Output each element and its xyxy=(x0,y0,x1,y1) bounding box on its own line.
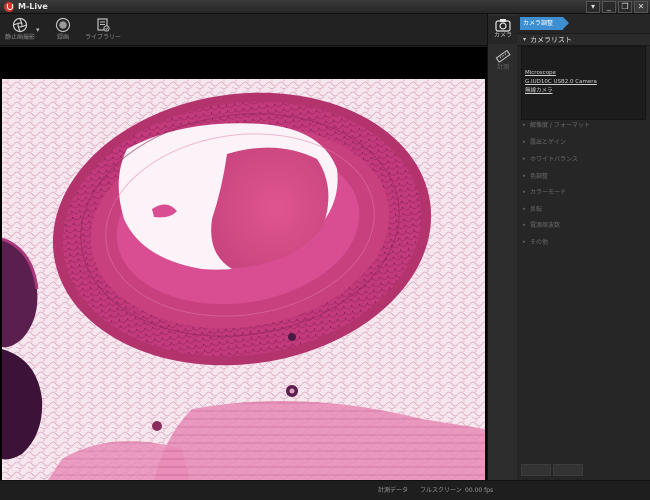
chevron-right-icon: ▸ xyxy=(523,173,526,179)
shutter-icon xyxy=(12,17,28,33)
chevron-right-icon: ▸ xyxy=(523,206,526,212)
camera-adjust-panel: カメラ調整 ▾ カメラリスト Microscope G.IUD10C USB2.… xyxy=(517,14,650,480)
section-flip[interactable]: ▸ 反転 xyxy=(517,203,650,217)
ruler-icon xyxy=(495,50,511,63)
record-button[interactable]: 録画 xyxy=(43,16,83,44)
app-logo-icon xyxy=(4,2,14,12)
microscope-image xyxy=(2,79,485,489)
mode-strip: カメラ 計測 xyxy=(487,14,518,480)
restore-button[interactable]: ❐ xyxy=(618,1,632,13)
library-label: ライブラリー xyxy=(84,34,121,41)
section-color-mode[interactable]: ▸ カラーモード xyxy=(517,186,650,200)
fullscreen-button[interactable]: フルスクリーン xyxy=(420,486,462,495)
tab-camera[interactable]: カメラ xyxy=(488,16,518,44)
panel-button-right[interactable] xyxy=(553,464,583,476)
status-bar: 計測データ フルスクリーン 00.00 fps xyxy=(0,480,650,500)
record-icon xyxy=(55,17,71,33)
camera-icon xyxy=(495,19,511,32)
chevron-right-icon: ▸ xyxy=(523,189,526,195)
close-button[interactable]: ✕ xyxy=(634,1,648,13)
tab-camera-label: カメラ xyxy=(493,32,512,39)
section-label: ホワイトバランス xyxy=(530,156,578,163)
panel-button-left[interactable] xyxy=(521,464,551,476)
camera-list: Microscope G.IUD10C USB2.0 Camera 無線カメラ xyxy=(521,46,646,120)
library-button[interactable]: ライブラリー xyxy=(83,16,123,44)
record-label: 録画 xyxy=(56,34,69,41)
live-view-area[interactable] xyxy=(0,47,487,489)
section-label: カラーモード xyxy=(530,189,567,196)
section-label: 解像度 / フォーマット xyxy=(530,122,590,129)
camera-item[interactable]: Microscope xyxy=(525,69,556,77)
title-bar: M-Live ▾ _ ❐ ✕ xyxy=(0,0,650,14)
chevron-right-icon: ▸ xyxy=(523,139,526,145)
camera-item[interactable]: 無線カメラ xyxy=(525,87,553,95)
measure-data-button[interactable]: 計測データ xyxy=(378,486,408,495)
still-capture-label: 静止画撮影 xyxy=(4,34,35,41)
chevron-right-icon: ▸ xyxy=(523,222,526,228)
chevron-down-icon[interactable]: ▾ xyxy=(36,26,40,34)
chevron-right-icon: ▸ xyxy=(523,239,526,245)
section-other[interactable]: ▸ その他 xyxy=(517,236,650,250)
tab-measure[interactable]: 計測 xyxy=(488,48,518,76)
minimize-button[interactable]: _ xyxy=(602,1,616,13)
chevron-right-icon: ▸ xyxy=(523,122,526,128)
section-label: 反転 xyxy=(530,206,543,213)
chevron-down-icon: ▾ xyxy=(523,36,527,43)
still-capture-button[interactable]: 静止画撮影 xyxy=(0,16,40,44)
toolbar: 静止画撮影 ▾ 録画 ライブラリー xyxy=(0,14,487,46)
camera-list-header[interactable]: ▾ カメラリスト xyxy=(517,33,650,46)
panel-tab-camera-adjust[interactable]: カメラ調整 xyxy=(520,17,570,30)
section-label: 電源周波数 xyxy=(530,222,561,229)
library-icon xyxy=(97,18,110,32)
section-resolution[interactable]: ▸ 解像度 / フォーマット xyxy=(517,119,650,133)
section-color-adjust[interactable]: ▸ 色調整 xyxy=(517,170,650,184)
fps-readout: 00.00 fps xyxy=(465,487,494,494)
section-label: 色調整 xyxy=(530,173,549,180)
section-power-frequency[interactable]: ▸ 電源周波数 xyxy=(517,219,650,233)
tab-measure-label: 計測 xyxy=(496,64,509,71)
section-exposure[interactable]: ▸ 露出とゲイン xyxy=(517,136,650,150)
window-title: M-Live xyxy=(18,2,48,11)
chevron-right-icon: ▸ xyxy=(523,156,526,162)
camera-list-title: カメラリスト xyxy=(530,36,572,44)
section-white-balance[interactable]: ▸ ホワイトバランス xyxy=(517,153,650,167)
section-label: 露出とゲイン xyxy=(530,139,566,146)
section-label: その他 xyxy=(530,239,549,246)
m-live-window: M-Live ▾ _ ❐ ✕ 静止画撮影 ▾ 録画 ライブラリー カメラ 計測 … xyxy=(0,0,650,500)
menu-button[interactable]: ▾ xyxy=(586,1,600,13)
camera-item[interactable]: G.IUD10C USB2.0 Camera xyxy=(525,78,597,86)
